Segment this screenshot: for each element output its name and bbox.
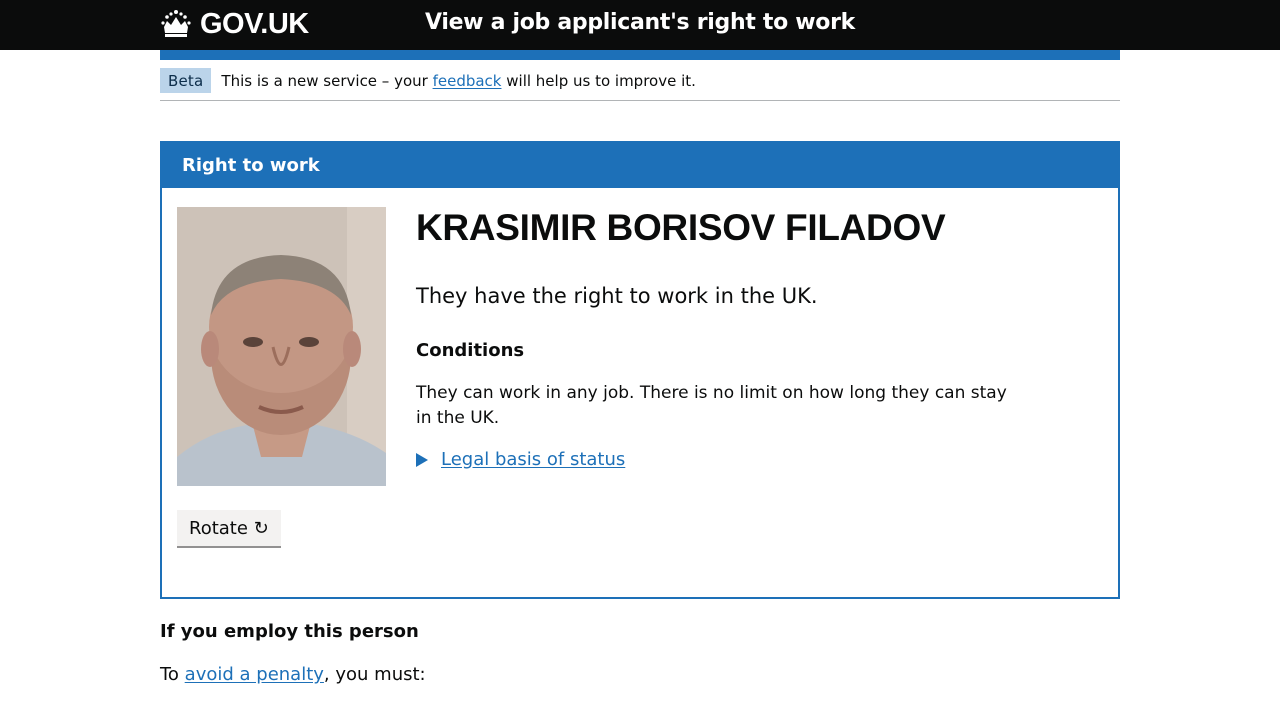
header-container: GOV.UK View a job applicant's right to w… (160, 0, 1120, 50)
employ-heading: If you employ this person (160, 621, 419, 642)
avoid-penalty-link[interactable]: avoid a penalty (185, 664, 324, 685)
panel-body: Rotate ↻ KRASIMIR BORISOV FILADOV They h… (162, 188, 1118, 597)
phase-text-after: will help us to improve it. (501, 71, 696, 90)
service-name-link[interactable]: View a job applicant's right to work (160, 10, 1120, 35)
penalty-text-before: To (160, 664, 185, 685)
feedback-link[interactable]: feedback (433, 72, 502, 90)
phase-text: This is a new service – your feedback wi… (221, 72, 696, 90)
right-to-work-panel: Right to work Rotate ↻ KRASIMIR BORISOV … (160, 141, 1120, 599)
site-header: GOV.UK View a job applicant's right to w… (0, 0, 1280, 50)
header-blue-strip (160, 50, 1120, 60)
legal-basis-link[interactable]: Legal basis of status (441, 449, 625, 470)
legal-basis-details[interactable]: Legal basis of status (416, 449, 1036, 470)
main-container: Beta This is a new service – your feedba… (160, 60, 1120, 685)
applicant-name: KRASIMIR BORISOV FILADOV (416, 207, 946, 248)
phase-banner: Beta This is a new service – your feedba… (160, 60, 1120, 101)
penalty-text: To avoid a penalty, you must: (160, 664, 1120, 685)
conditions-text: They can work in any job. There is no li… (416, 383, 1007, 428)
penalty-text-after: , you must: (323, 664, 426, 685)
right-to-work-status: They have the right to work in the UK. (416, 284, 818, 308)
rotate-photo-button[interactable]: Rotate ↻ (177, 510, 281, 546)
triangle-right-icon[interactable] (416, 452, 428, 467)
panel-heading: Right to work (162, 143, 1118, 188)
conditions-heading: Conditions (416, 340, 525, 361)
applicant-details: KRASIMIR BORISOV FILADOV They have the r… (416, 206, 1036, 470)
phase-text-before: This is a new service – your (221, 71, 433, 90)
applicant-portrait-image (177, 207, 386, 486)
applicant-photo (177, 207, 386, 486)
beta-tag: Beta (160, 68, 212, 93)
